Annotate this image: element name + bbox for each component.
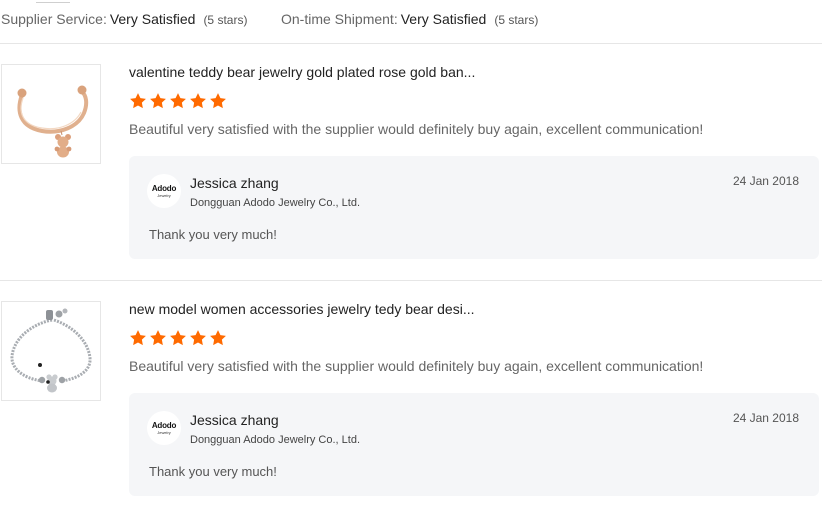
rating-summary: Supplier Service: Very Satisfied (5 stars)…: [0, 0, 822, 44]
shipment-stars: (5 stars): [494, 13, 539, 27]
supplier-service-label: Supplier Service:: [1, 11, 107, 27]
shipment-label: On-time Shipment:: [281, 11, 398, 27]
star-icon: [130, 330, 146, 346]
divider: [36, 0, 70, 3]
reply-text: Thank you very much!: [149, 464, 277, 479]
star-rating: [129, 92, 227, 110]
supplier-service-rating: Supplier Service: Very Satisfied (5 stars): [1, 11, 247, 27]
star-rating: [129, 329, 227, 347]
product-image[interactable]: [1, 64, 101, 164]
star-icon: [150, 330, 166, 346]
supplier-reply: Adodo Jewelry Jessica zhang Dongguan Ado…: [129, 393, 819, 496]
supplier-logo: Adodo Jewelry: [147, 411, 181, 445]
product-title[interactable]: new model women accessories jewelry tedy…: [129, 301, 475, 317]
review-comment: Beautiful very satisfied with the suppli…: [129, 358, 704, 374]
supplier-service-value: Very Satisfied: [109, 11, 196, 27]
logo-text: Adodo: [151, 183, 177, 193]
shipment-value: Very Satisfied: [400, 11, 487, 27]
product-title[interactable]: valentine teddy bear jewelry gold plated…: [129, 64, 475, 80]
reply-author-name: Jessica zhang: [190, 412, 279, 428]
rose-gold-bangle-image: [2, 65, 100, 163]
logo-subtext: Jewelry: [157, 429, 171, 435]
review-item: valentine teddy bear jewelry gold plated…: [0, 45, 822, 281]
reply-company: Dongguan Adodo Jewelry Co., Ltd.: [190, 197, 361, 209]
star-icon: [210, 330, 226, 346]
star-icon: [170, 330, 186, 346]
star-icon: [170, 93, 186, 109]
review-comment: Beautiful very satisfied with the suppli…: [129, 121, 704, 137]
review-item: new model women accessories jewelry tedy…: [0, 282, 822, 510]
star-icon: [130, 93, 146, 109]
product-image[interactable]: [1, 301, 101, 401]
reply-date: 24 Jan 2018: [732, 174, 799, 188]
reply-author-name: Jessica zhang: [190, 175, 279, 191]
star-icon: [210, 93, 226, 109]
supplier-logo: Adodo Jewelry: [147, 174, 181, 208]
star-icon: [190, 330, 206, 346]
reply-text: Thank you very much!: [149, 227, 277, 242]
silver-chain-bracelet-image: [2, 302, 100, 400]
star-icon: [190, 93, 206, 109]
logo-subtext: Jewelry: [157, 192, 171, 198]
reply-date: 24 Jan 2018: [732, 411, 799, 425]
supplier-reply: Adodo Jewelry Jessica zhang Dongguan Ado…: [129, 156, 819, 259]
shipment-rating: On-time Shipment: Very Satisfied (5 stars): [281, 11, 538, 27]
supplier-service-stars: (5 stars): [203, 13, 248, 27]
logo-text: Adodo: [151, 420, 177, 430]
star-icon: [150, 93, 166, 109]
reply-company: Dongguan Adodo Jewelry Co., Ltd.: [190, 434, 361, 446]
